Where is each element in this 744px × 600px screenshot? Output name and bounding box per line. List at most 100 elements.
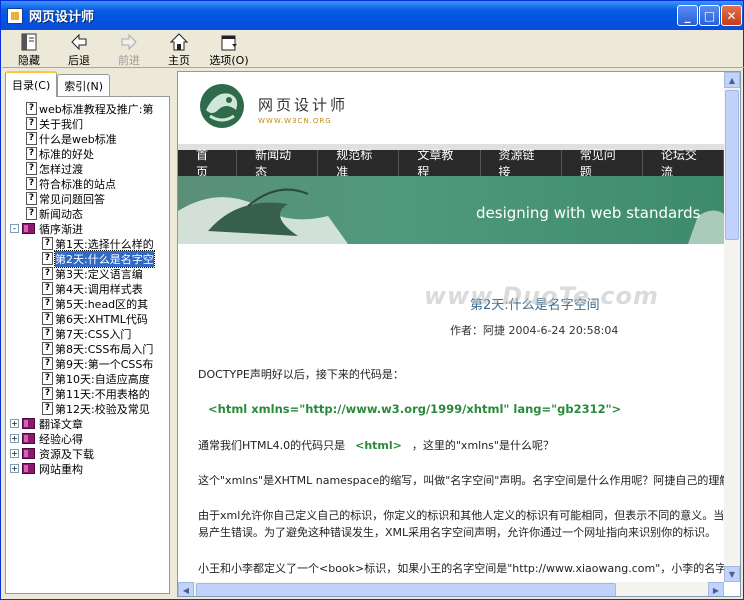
book-icon xyxy=(22,433,35,444)
banner-slogan: designing with web standards xyxy=(476,204,701,222)
tree-item[interactable]: ? 第7天:CSS入门 xyxy=(10,326,169,341)
tree-item-label: 第6天:XHTML代码 xyxy=(55,312,148,326)
tree-item[interactable]: + 网站重构 xyxy=(10,461,169,476)
scroll-up-button[interactable]: ▲ xyxy=(724,72,740,88)
tree-item[interactable]: ? 符合标准的站点 xyxy=(10,176,169,191)
site-banner: designing with web standards xyxy=(178,176,724,244)
help-page-icon: ? xyxy=(26,147,37,160)
help-page-icon: ? xyxy=(26,207,37,220)
maximize-button[interactable]: □ xyxy=(699,5,720,26)
logo-title: 网页设计师 xyxy=(258,96,349,114)
tree-item-label: 符合标准的站点 xyxy=(39,177,116,191)
nav-item[interactable]: 首页 xyxy=(178,148,238,179)
scroll-thumb[interactable] xyxy=(725,90,739,240)
tree-item-label: 第3天:定义语言编 xyxy=(55,267,143,281)
app-icon xyxy=(7,7,23,24)
nav-item[interactable]: 资源链接 xyxy=(481,148,562,179)
help-page-icon: ? xyxy=(42,312,53,325)
site-logo xyxy=(200,84,244,128)
tree-item[interactable]: + 经验心得 xyxy=(10,431,169,446)
home-icon xyxy=(169,33,189,51)
options-button[interactable]: 选项(O) xyxy=(204,30,254,68)
home-button[interactable]: 主页 xyxy=(154,30,204,68)
tree-item[interactable]: ? 怎样过渡 xyxy=(10,161,169,176)
tree-item[interactable]: ? 第8天:CSS布局入门 xyxy=(10,341,169,356)
collapse-icon[interactable]: - xyxy=(10,224,19,233)
contents-tree: ? web标准教程及推广:第? 关于我们? 什么是web标准? 标准的好处? 怎样过渡? 符… xyxy=(10,101,169,476)
tree-item[interactable]: ? 新闻动态 xyxy=(10,206,169,221)
back-button[interactable]: 后退 xyxy=(54,30,104,68)
tree-item-label: 标准的好处 xyxy=(39,147,94,161)
tree-item[interactable]: ? 第6天:XHTML代码 xyxy=(10,311,169,326)
site-header: 网页设计师 WWW.W3CN.ORG xyxy=(178,72,724,150)
expand-icon[interactable]: + xyxy=(10,434,19,443)
tree-item-label: 新闻动态 xyxy=(39,207,83,221)
expand-icon[interactable]: + xyxy=(10,449,19,458)
help-page-icon: ? xyxy=(42,342,53,355)
tree-item-label: 资源及下载 xyxy=(39,447,94,461)
tree-item-label: 第9天:第一个CSS布 xyxy=(55,357,154,371)
nav-item[interactable]: 文章教程 xyxy=(399,148,481,179)
hide-icon xyxy=(21,33,37,51)
help-page-icon: ? xyxy=(42,387,53,400)
tab-contents[interactable]: 目录(C) xyxy=(5,71,58,97)
tree-item-label: 经验心得 xyxy=(39,432,83,446)
tree-item[interactable]: ? 第10天:自适应高度 xyxy=(10,371,169,386)
tree-item[interactable]: - 循序渐进 xyxy=(10,221,169,236)
tree-item-label: 第4天:调用样式表 xyxy=(55,282,143,296)
close-button[interactable]: ✕ xyxy=(721,5,742,26)
site-nav: 首页 新闻动态 规范标准 文章教程 资源链接 常见问题 论坛交流 xyxy=(178,148,725,179)
book-icon xyxy=(22,448,35,459)
tree-item[interactable]: + 资源及下载 xyxy=(10,446,169,461)
tree-item[interactable]: ? 第4天:调用样式表 xyxy=(10,281,169,296)
scroll-right-button[interactable]: ▶ xyxy=(708,582,724,596)
tree-item[interactable]: + 翻译文章 xyxy=(10,416,169,431)
vertical-scrollbar[interactable]: ▲ ▼ xyxy=(724,72,740,582)
tree-item[interactable]: ? 第12天:校验及常见 xyxy=(10,401,169,416)
scroll-down-button[interactable]: ▼ xyxy=(724,566,740,582)
nav-item[interactable]: 论坛交流 xyxy=(643,148,725,179)
tree-item[interactable]: ? 关于我们 xyxy=(10,116,169,131)
hide-button[interactable]: 隐藏 xyxy=(4,30,54,68)
tree-item[interactable]: ? 第2天:什么是名字空 xyxy=(10,249,169,268)
tree-item[interactable]: ? 第1天:选择什么样的 xyxy=(10,236,169,251)
tree-item-label: 第2天:什么是名字空 xyxy=(54,249,155,268)
nav-item[interactable]: 常见问题 xyxy=(562,148,643,179)
help-page-icon: ? xyxy=(42,372,53,385)
tree-item[interactable]: ? 标准的好处 xyxy=(10,146,169,161)
horizontal-scrollbar[interactable]: ◀ ▶ xyxy=(178,582,724,596)
tree-item-label: 常见问题回答 xyxy=(39,192,105,206)
article-paragraph: 通常我们HTML4.0的代码只是 <html> ，这里的"xmlns"是什么呢？ xyxy=(198,439,554,452)
help-page-icon: ? xyxy=(42,357,53,370)
nav-item[interactable]: 新闻动态 xyxy=(237,148,319,179)
scroll-left-button[interactable]: ◀ xyxy=(178,582,194,596)
tree-item[interactable]: ? 第9天:第一个CSS布 xyxy=(10,356,169,371)
navigation-pane: 目录(C) 索引(N) ? web标准教程及推广:第? 关于我们? 什么是web标准?… xyxy=(5,71,172,597)
open-book-icon xyxy=(22,223,35,234)
help-window: 网页设计师 _ □ ✕ 隐藏 后退 前进 主页 选项(O) 目录(C) 索引(N… xyxy=(0,0,744,600)
tab-index[interactable]: 索引(N) xyxy=(57,74,111,97)
back-arrow-icon xyxy=(71,33,87,51)
tree-item-label: 第11天:不用表格的 xyxy=(55,387,150,401)
help-page-icon: ? xyxy=(42,237,53,250)
tree-item[interactable]: ? 第3天:定义语言编 xyxy=(10,266,169,281)
h-scroll-thumb[interactable] xyxy=(196,583,616,596)
help-page-icon: ? xyxy=(26,117,37,130)
help-page-icon: ? xyxy=(26,192,37,205)
forward-button[interactable]: 前进 xyxy=(104,30,154,68)
book-icon xyxy=(22,418,35,429)
minimize-button[interactable]: _ xyxy=(677,5,698,26)
expand-icon[interactable]: + xyxy=(10,464,19,473)
help-page-icon: ? xyxy=(26,102,37,115)
expand-icon[interactable]: + xyxy=(10,419,19,428)
title-bar[interactable]: 网页设计师 _ □ ✕ xyxy=(1,1,743,30)
article-paragraph: 这个"xmlns"是XHTML namespace的缩写，叫做"名字空间"声明。… xyxy=(198,474,731,487)
tree-item[interactable]: ? web标准教程及推广:第 xyxy=(10,101,169,116)
article-paragraph: DOCTYPE声明好以后，接下来的代码是： xyxy=(198,368,404,381)
tree-item[interactable]: ? 常见问题回答 xyxy=(10,191,169,206)
tree-item[interactable]: ? 第5天:head区的其 xyxy=(10,296,169,311)
tree-item[interactable]: ? 第11天:不用表格的 xyxy=(10,386,169,401)
tree-item[interactable]: ? 什么是web标准 xyxy=(10,131,169,146)
tree-item-label: 关于我们 xyxy=(39,117,83,131)
nav-item[interactable]: 规范标准 xyxy=(318,148,400,179)
